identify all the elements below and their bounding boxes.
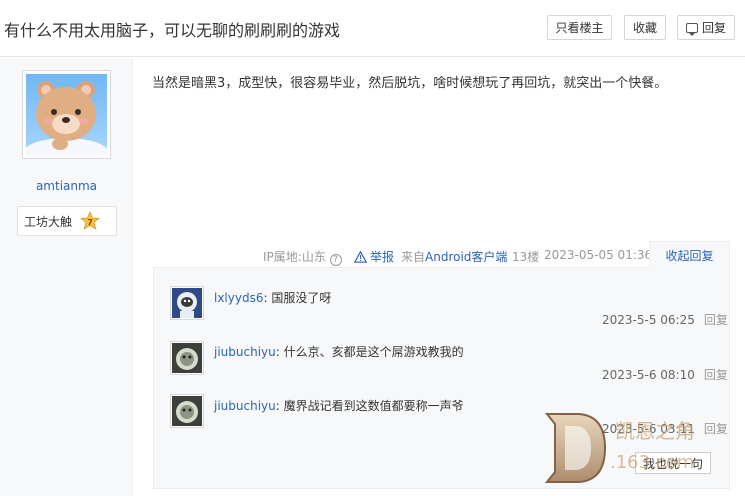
post-content: 当然是暗黑3，成型快，很容易毕业，然后脱坑，啥时候想玩了再回坑，就突出一个快餐。	[152, 76, 668, 91]
reply-text: : 魔界战记看到这数值都要称一声爷	[275, 399, 464, 413]
reply-meta: 2023-5-6 03:11 回复	[602, 420, 728, 437]
reply-time: 2023-5-5 06:25	[602, 313, 695, 327]
add-comment-button[interactable]: 我也说一句	[635, 452, 711, 474]
level-star-icon: 7	[79, 210, 101, 231]
reply-action-link[interactable]: 回复	[704, 313, 728, 327]
reply-action-link[interactable]: 回复	[704, 368, 728, 382]
cat-avatar-image	[172, 396, 202, 426]
only-op-label: 只看楼主	[555, 21, 604, 35]
comment-icon	[685, 22, 698, 36]
reply-meta: 2023-5-5 06:25 回复	[602, 311, 728, 328]
post-floor: 13楼	[512, 250, 540, 264]
reply-meta: 2023-5-6 08:10 回复	[602, 366, 728, 383]
reply-text: : 国服没了呀	[263, 291, 332, 305]
forum-rank-badge[interactable]: 工坊大触 7	[17, 206, 117, 236]
author-sidebar: amtianma 工坊大触 7	[0, 58, 133, 496]
reply-time: 2023-5-6 08:10	[602, 368, 695, 382]
bear-avatar-image	[26, 74, 107, 155]
reply-username[interactable]: jiubuchiyu	[214, 399, 276, 413]
reply-button[interactable]: 回复	[677, 15, 735, 40]
ip-location: IP属地:山东 ?	[263, 248, 342, 266]
reply-avatar[interactable]	[170, 286, 204, 320]
reply-text-line: jiubuchiyu: 魔界战记看到这数值都要称一声爷	[214, 397, 464, 414]
reply-time: 2023-5-6 03:11	[602, 422, 695, 436]
report-label: 举报	[370, 250, 395, 264]
reply-avatar[interactable]	[170, 341, 204, 375]
only-op-button[interactable]: 只看楼主	[547, 15, 612, 40]
cat-avatar-image	[172, 343, 202, 373]
reply-username[interactable]: lxlyyds6	[214, 291, 263, 305]
help-icon[interactable]: ?	[329, 254, 342, 266]
post-time: 2023-05-05 01:36	[544, 248, 653, 262]
favorite-label: 收藏	[632, 21, 657, 35]
client-prefix: 来自	[401, 250, 426, 264]
reply-label: 回复	[701, 21, 726, 35]
favorite-button[interactable]: 收藏	[624, 15, 666, 40]
reply-text: : 什么京、亥都是这个屌游戏教我的	[275, 345, 464, 359]
client-link[interactable]: Android客户端	[425, 250, 507, 264]
post-client: 来自Android客户端	[401, 248, 507, 265]
reply-avatar[interactable]	[170, 394, 204, 428]
reply-text-line: jiubuchiyu: 什么京、亥都是这个屌游戏教我的	[214, 343, 464, 360]
reply-text-line: lxlyyds6: 国服没了呀	[214, 289, 331, 306]
reply-action-link[interactable]: 回复	[704, 422, 728, 436]
collapse-replies-tab[interactable]: 收起回复	[649, 241, 730, 268]
reply-username[interactable]: jiubuchiyu	[214, 345, 276, 359]
forum-rank-label: 工坊大触	[24, 214, 73, 229]
ip-location-text: IP属地:山东	[263, 250, 326, 264]
report-link[interactable]: 举报	[353, 248, 395, 265]
astronaut-avatar-image	[172, 288, 202, 318]
warning-icon	[353, 250, 368, 263]
author-username[interactable]: amtianma	[0, 179, 133, 193]
level-number: 7	[87, 218, 93, 227]
author-avatar[interactable]	[22, 70, 111, 159]
thread-title: 有什么不用太用脑子，可以无聊的刷刷刷的游戏	[4, 21, 341, 40]
thread-header: 有什么不用太用脑子，可以无聊的刷刷刷的游戏 只看楼主 收藏 回复	[0, 0, 745, 57]
